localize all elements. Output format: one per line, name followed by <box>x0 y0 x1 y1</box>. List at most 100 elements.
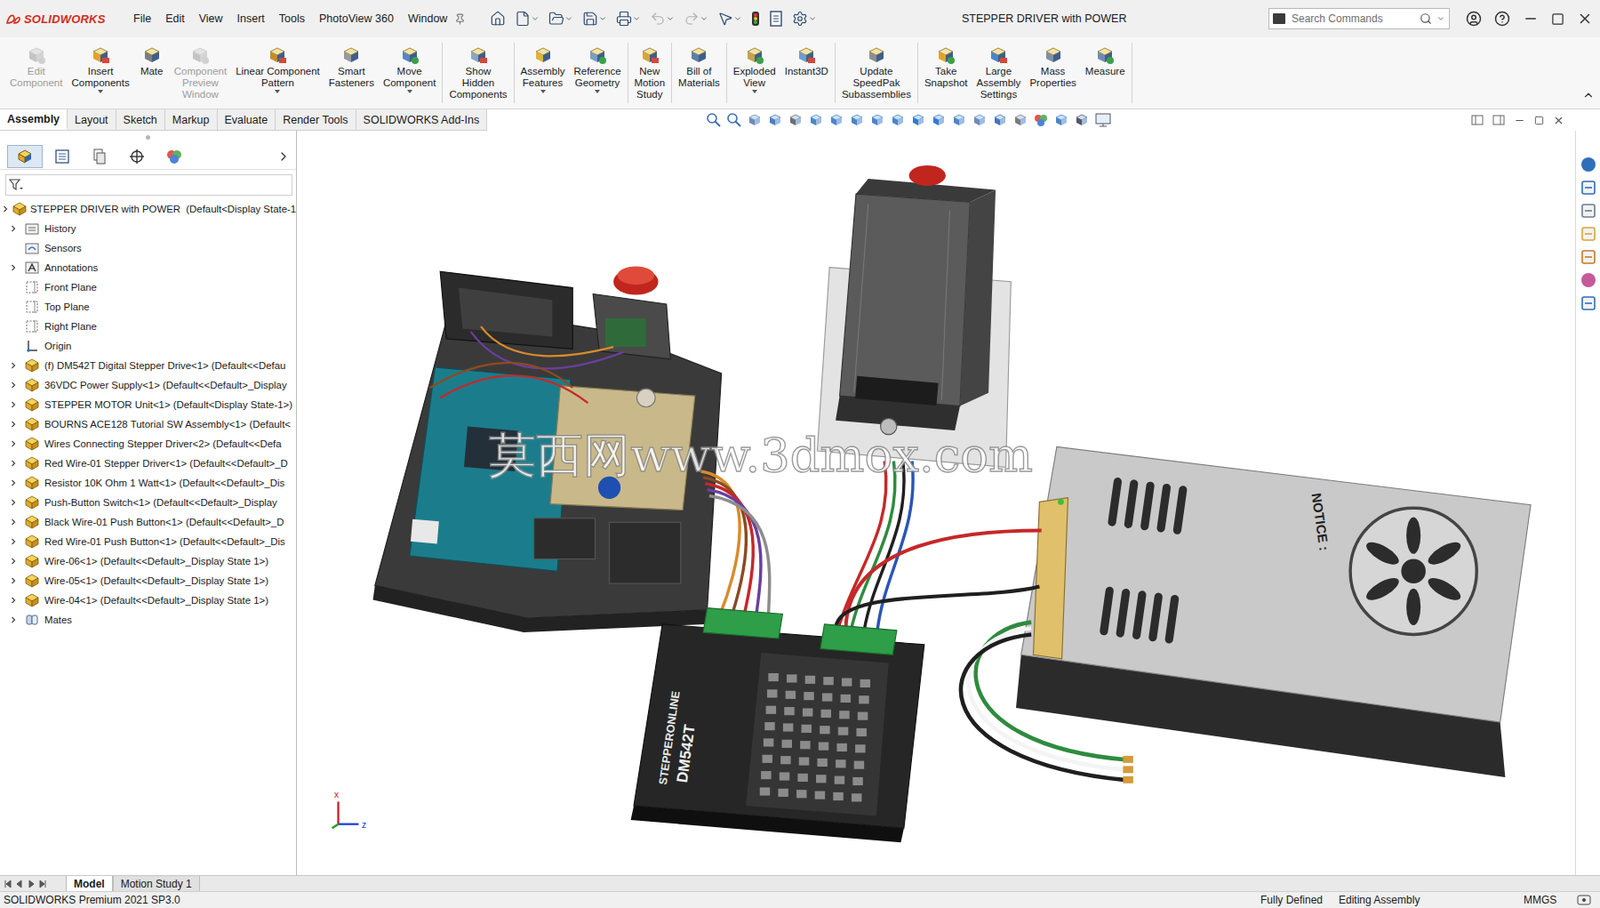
bottom-tab[interactable]: Motion Study 1 <box>112 875 200 891</box>
tree-item[interactable]: Mates <box>0 609 296 630</box>
menu-item[interactable]: Edit <box>158 8 192 29</box>
view-tool-icon[interactable] <box>1073 112 1090 128</box>
stepper-driver[interactable]: DM542TSTEPPERONLINE <box>631 608 925 843</box>
tree-item[interactable]: Black Wire-01 Push Button<1> (Default<<D… <box>0 512 296 532</box>
tree-filter[interactable] <box>5 174 293 196</box>
search-box[interactable] <box>1268 8 1450 30</box>
task-pane-icon[interactable] <box>1579 224 1598 243</box>
tree-item[interactable]: BOURNS ACE128 Tutorial SW Assembly<1> (D… <box>0 414 296 434</box>
command-button[interactable]: UpdateSpeedPakSubassemblies <box>837 42 916 101</box>
expand-arrow-icon[interactable] <box>9 518 17 526</box>
dropdown-arrow-icon[interactable] <box>593 88 601 95</box>
command-button[interactable]: Mate <box>134 42 170 78</box>
expand-arrow-icon[interactable] <box>9 576 17 584</box>
expand-arrow-icon[interactable] <box>9 479 17 487</box>
view-tool-icon[interactable] <box>808 112 824 128</box>
quick-button[interactable] <box>647 8 678 30</box>
manager-tab[interactable] <box>119 144 155 168</box>
menu-item[interactable]: View <box>192 8 231 29</box>
command-button[interactable]: Linear ComponentPattern <box>231 42 325 95</box>
tile-right-icon[interactable] <box>1492 113 1505 127</box>
dropdown-arrow-icon[interactable] <box>406 88 414 95</box>
expand-arrow-icon[interactable] <box>9 400 17 408</box>
status-item[interactable]: MMGS <box>1523 893 1577 906</box>
expand-arrow-icon[interactable] <box>9 440 17 448</box>
view-tool-icon[interactable] <box>992 112 1008 128</box>
scroll-arrow-icon[interactable] <box>15 879 24 888</box>
tree-item[interactable]: Sensors <box>0 238 296 258</box>
expand-arrow-icon[interactable] <box>9 616 17 624</box>
dropdown-arrow-icon[interactable] <box>1436 14 1446 24</box>
view-tool-icon[interactable] <box>1012 112 1029 128</box>
command-button[interactable]: MoveComponent <box>378 42 440 95</box>
expand-arrow-icon[interactable] <box>9 459 17 467</box>
command-tab[interactable]: Sketch <box>116 109 166 130</box>
command-button[interactable]: MassProperties <box>1024 42 1080 89</box>
command-tab[interactable]: Render Tools <box>275 109 356 130</box>
view-tool-icon[interactable] <box>869 112 886 128</box>
quick-button[interactable] <box>748 8 763 30</box>
command-button[interactable]: ReferenceGeometry <box>568 42 625 95</box>
view-tool-icon[interactable] <box>746 112 763 128</box>
view-tool-icon[interactable] <box>828 112 845 128</box>
more-tabs[interactable] <box>276 149 291 164</box>
command-button[interactable]: InsertComponents <box>66 42 134 95</box>
tree-item[interactable]: Right Plane <box>0 316 296 336</box>
task-pane-icon[interactable] <box>1579 294 1598 312</box>
tree-item[interactable]: STEPPER MOTOR Unit<1> (Default<Display S… <box>0 394 296 415</box>
app-logo[interactable]: SOLIDWORKS <box>5 12 127 26</box>
command-button[interactable]: TakeSnapshot <box>920 42 973 89</box>
view-tool-icon[interactable] <box>889 112 906 128</box>
view-tool-icon[interactable] <box>1032 112 1049 128</box>
manager-tab[interactable] <box>7 144 43 168</box>
maximize-icon[interactable] <box>1551 12 1565 26</box>
display-monitor-icon[interactable] <box>1094 112 1114 128</box>
view-tool-icon[interactable] <box>848 112 865 128</box>
power-supply[interactable]: NOTICE : <box>1016 446 1531 776</box>
view-tool-icon[interactable] <box>705 112 722 128</box>
quick-button[interactable] <box>512 8 543 30</box>
collapse-ribbon[interactable] <box>1582 88 1595 109</box>
quick-button[interactable] <box>766 8 786 30</box>
command-tab[interactable]: Evaluate <box>217 109 277 130</box>
command-tab[interactable]: Layout <box>67 109 117 130</box>
task-pane-icon[interactable] <box>1579 155 1598 174</box>
view-tool-icon[interactable] <box>971 112 988 128</box>
view-tool-icon[interactable] <box>1053 112 1070 128</box>
tree-item[interactable]: (f) DM542T Digital Stepper Drive<1> (Def… <box>0 355 296 376</box>
tree-item[interactable]: Front Plane <box>0 277 296 297</box>
manager-tab[interactable] <box>81 144 118 168</box>
task-pane-icon[interactable] <box>1579 178 1598 197</box>
command-tab[interactable]: SOLIDWORKS Add-Ins <box>356 109 488 130</box>
task-pane-icon[interactable] <box>1579 271 1598 289</box>
view-tool-icon[interactable] <box>726 112 743 128</box>
expand-arrow-icon[interactable] <box>9 420 17 428</box>
view-tool-icon[interactable] <box>787 112 804 128</box>
quick-button[interactable] <box>545 8 576 30</box>
expand-arrow-icon[interactable] <box>9 537 17 545</box>
command-tab[interactable]: Markup <box>165 109 218 130</box>
dropdown-arrow-icon[interactable] <box>539 88 547 95</box>
bottom-tab[interactable]: Model <box>65 875 113 891</box>
tree-root[interactable]: STEPPER DRIVER with POWER (Default<Displ… <box>0 199 296 219</box>
expand-arrow-icon[interactable] <box>9 498 17 506</box>
menu-item[interactable]: PhotoView 360 <box>312 8 401 29</box>
command-button[interactable]: AssemblyFeatures <box>516 42 570 95</box>
tree-item[interactable]: Wires Connecting Stepper Driver<2> (Defa… <box>0 433 296 454</box>
menu-item[interactable]: Window <box>400 8 455 29</box>
view-tool-icon[interactable] <box>951 112 968 128</box>
quick-button[interactable] <box>680 8 712 30</box>
command-button[interactable]: ExplodedView <box>728 42 781 95</box>
tree-item[interactable]: History <box>0 218 296 239</box>
menu-item[interactable]: File <box>126 8 159 29</box>
tree-item[interactable]: Annotations <box>0 257 296 278</box>
search-icon[interactable] <box>1419 12 1432 25</box>
expand-arrow-icon[interactable] <box>9 557 17 565</box>
tree-item[interactable]: Red Wire-01 Push Button<1> (Default<<Def… <box>0 531 296 552</box>
tree-item[interactable]: Wire-06<1> (Default<<Default>_Display St… <box>0 551 296 571</box>
command-button[interactable]: NewMotionStudy <box>630 42 671 101</box>
manager-tab[interactable] <box>44 144 80 168</box>
command-button[interactable]: LargeAssemblySettings <box>972 42 1026 101</box>
doc-close-icon[interactable] <box>1552 114 1565 127</box>
command-button[interactable]: Measure <box>1080 42 1130 78</box>
